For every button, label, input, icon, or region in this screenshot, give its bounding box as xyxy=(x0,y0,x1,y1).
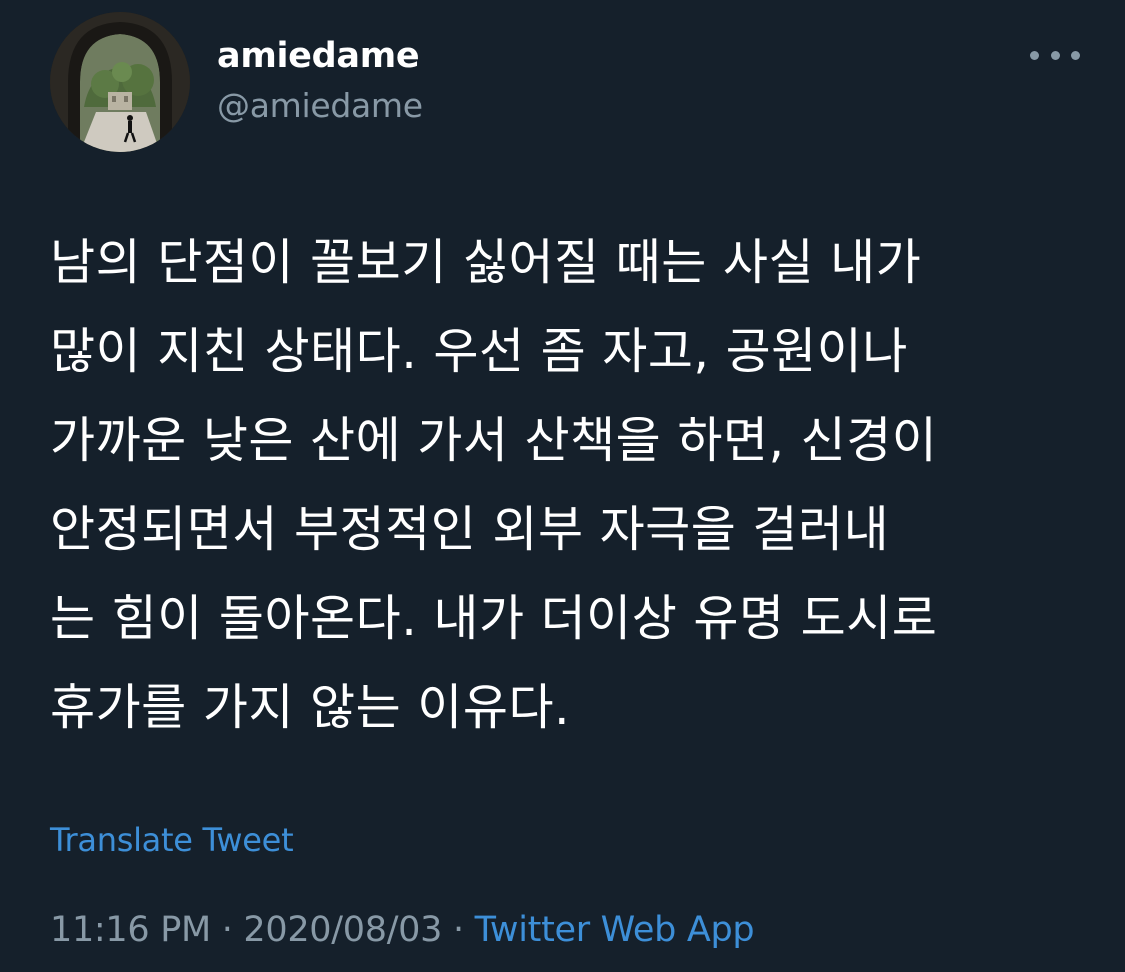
display-name[interactable]: amiedame xyxy=(217,36,423,76)
user-names: amiedame @amiedame xyxy=(217,36,423,126)
tweet-text: 남의 단점이 꼴보기 싫어질 때는 사실 내가 많이 지친 상태다. 우선 좀 … xyxy=(50,218,1085,752)
tweet-meta: 11:16 PM · 2020/08/03 · Twitter Web App xyxy=(50,905,755,955)
tweet-text-line: 휴가를 가지 않는 이유다. xyxy=(50,679,571,736)
tweet-detail: amiedame @amiedame 남의 단점이 꼴보기 싫어질 때는 사실 … xyxy=(0,0,1125,972)
tweet-text-line: 가까운 낮은 산에 가서 산책을 하면, 신경이 xyxy=(50,412,938,469)
tweet-text-line: 많이 지친 상태다. 우선 좀 자고, 공원이나 xyxy=(50,323,908,380)
tweet-header: amiedame @amiedame xyxy=(50,12,1080,152)
meta-separator: · xyxy=(221,910,244,950)
avatar-image xyxy=(50,12,190,152)
meta-separator: · xyxy=(452,910,475,950)
user-handle[interactable]: @amiedame xyxy=(217,86,423,126)
tweet-source-link[interactable]: Twitter Web App xyxy=(475,910,755,950)
tweet-text-line: 안정되면서 부정적인 외부 자극을 걸러내 xyxy=(50,501,890,558)
more-dot xyxy=(1050,50,1060,60)
more-dot xyxy=(1071,50,1080,60)
tweet-text-line: 는 힘이 돌아온다. 내가 더이상 유명 도시로 xyxy=(50,590,938,647)
avatar[interactable] xyxy=(50,12,190,152)
more-dot xyxy=(1030,50,1039,60)
tweet-date[interactable]: 2020/08/03 xyxy=(243,910,442,950)
tweet-text-line: 남의 단점이 꼴보기 싫어질 때는 사실 내가 xyxy=(50,234,922,291)
translate-tweet-link[interactable]: Translate Tweet xyxy=(50,820,294,860)
tweet-time[interactable]: 11:16 PM xyxy=(50,910,211,950)
more-horizontal-icon[interactable] xyxy=(1030,40,1080,70)
